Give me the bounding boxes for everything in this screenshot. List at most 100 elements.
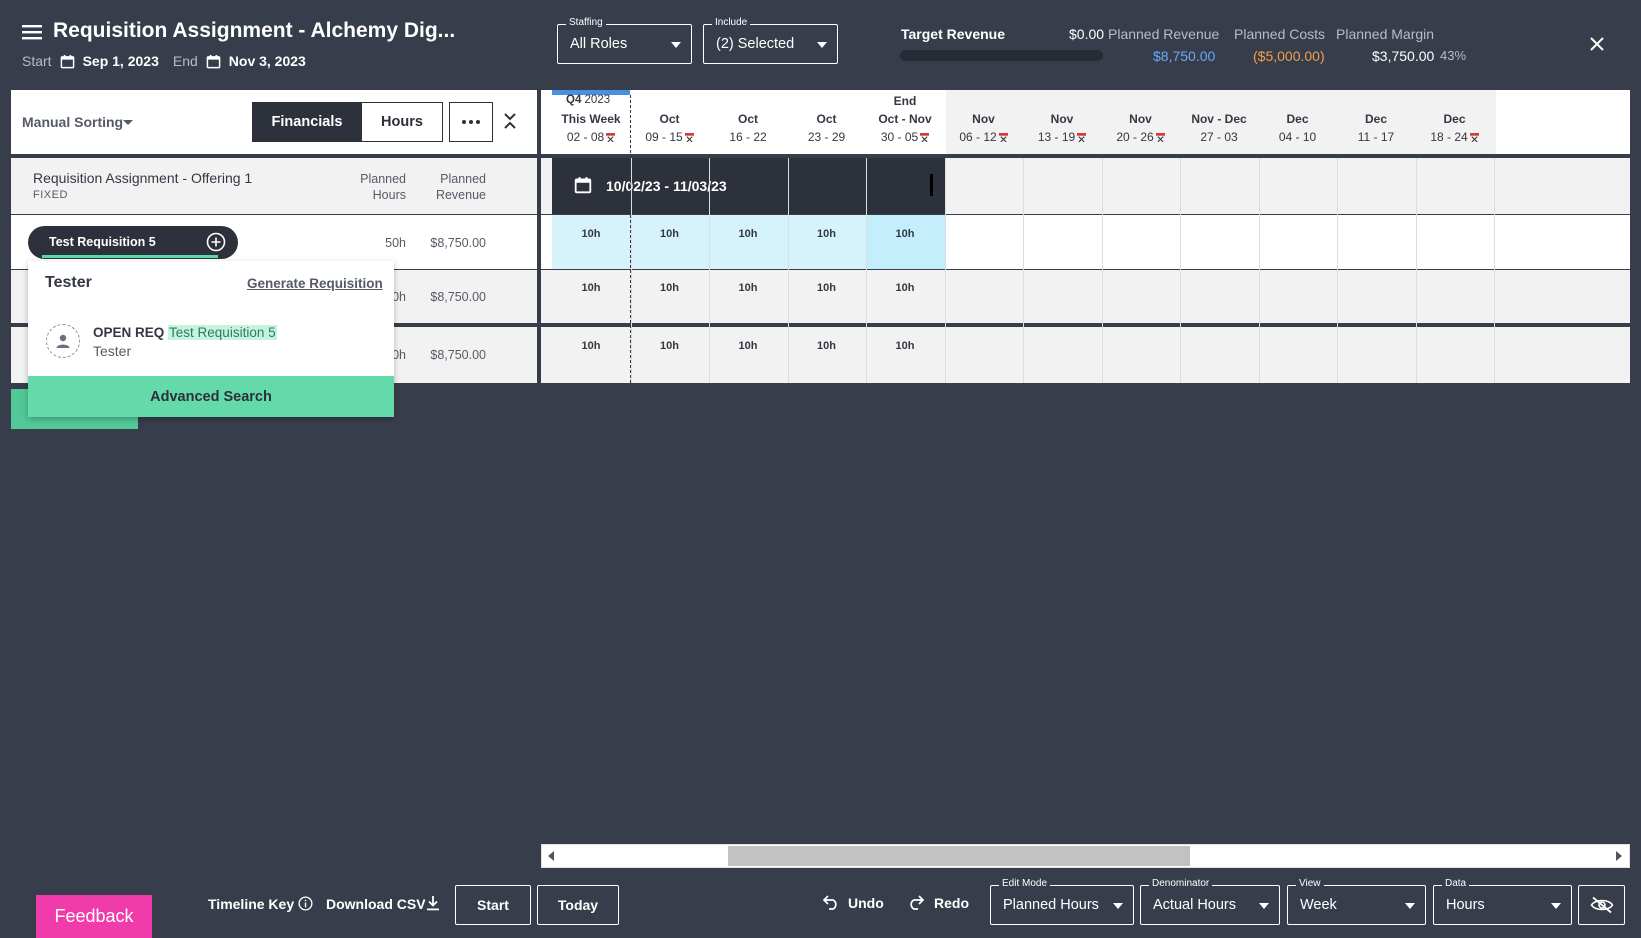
- timeline-key-link[interactable]: Timeline Key: [208, 896, 294, 912]
- hours-cell[interactable]: 10h: [866, 340, 944, 352]
- holiday-flag-icon: [684, 133, 694, 143]
- data-select[interactable]: Data Hours: [1433, 878, 1572, 925]
- redo-button[interactable]: Redo: [934, 895, 969, 911]
- column-month: Oct: [816, 112, 837, 126]
- planned-revenue-header-line2: Revenue: [435, 188, 486, 202]
- hours-cell[interactable]: 10h: [552, 282, 630, 294]
- column-header[interactable]: Dec 18 - 24: [1416, 110, 1494, 146]
- hours-cell[interactable]: 10h: [631, 282, 709, 294]
- quarter-name: Q4: [566, 94, 582, 106]
- sort-dropdown[interactable]: Manual Sorting: [22, 114, 123, 130]
- hours-cell[interactable]: 10h: [866, 228, 944, 240]
- hours-cell[interactable]: 10h: [552, 228, 630, 240]
- open-req-role: Tester: [93, 343, 132, 359]
- popup-role-title: Tester: [45, 274, 92, 291]
- hours-cell[interactable]: 10h: [631, 228, 709, 240]
- column-header[interactable]: This Week 02 - 08: [552, 110, 630, 146]
- column-header[interactable]: Oct 09 - 15: [631, 110, 709, 146]
- column-days-text: 30 - 05: [880, 130, 919, 144]
- start-button[interactable]: Start: [455, 885, 531, 925]
- column-month: Nov - Dec: [1191, 112, 1247, 126]
- column-header[interactable]: Nov 06 - 12: [945, 110, 1023, 146]
- column-header[interactable]: Nov 20 - 26: [1102, 110, 1180, 146]
- add-circle-icon[interactable]: [206, 232, 226, 252]
- open-req-item[interactable]: OPEN REQ Test Requisition 5: [93, 325, 277, 340]
- holiday-flag-icon: [920, 133, 930, 143]
- calendar-icon[interactable]: [60, 54, 75, 69]
- include-caption: Include: [712, 17, 751, 28]
- denominator-value: Actual Hours: [1153, 897, 1237, 913]
- column-header[interactable]: Nov - Dec 27 - 03: [1180, 110, 1258, 146]
- hours-cell[interactable]: 10h: [788, 340, 866, 352]
- view-select[interactable]: View Week: [1287, 878, 1426, 925]
- collapse-icon[interactable]: [504, 112, 516, 130]
- hours-cell[interactable]: 10h: [552, 340, 630, 352]
- include-value: (2) Selected: [716, 36, 795, 52]
- holiday-flag-icon: [1469, 133, 1479, 143]
- column-days-text: 23 - 29: [807, 130, 846, 144]
- include-select[interactable]: Include (2) Selected: [703, 17, 838, 64]
- page-title: Requisition Assignment - Alchemy Dig...: [53, 19, 456, 42]
- requisition-pill-label[interactable]: Test Requisition 5: [49, 235, 156, 249]
- start-date[interactable]: Sep 1, 2023: [83, 53, 159, 69]
- column-header[interactable]: Oct - Nov 30 - 05: [866, 110, 944, 146]
- redo-icon[interactable]: [907, 894, 925, 910]
- hours-cell[interactable]: 10h: [709, 282, 787, 294]
- feedback-button[interactable]: Feedback: [36, 895, 152, 938]
- range-resize-handle[interactable]: [930, 174, 933, 196]
- hours-cell[interactable]: 10h: [709, 340, 787, 352]
- scroll-left-icon[interactable]: [548, 851, 554, 861]
- end-date[interactable]: Nov 3, 2023: [229, 53, 306, 69]
- quarter-label: Q4 2023: [566, 94, 610, 106]
- grid-line: [945, 158, 946, 383]
- planned-revenue-header: Planned Revenue: [424, 171, 486, 203]
- more-button[interactable]: [449, 102, 493, 142]
- info-icon[interactable]: [298, 896, 313, 911]
- staffing-select[interactable]: Staffing All Roles: [557, 17, 692, 64]
- calendar-icon: [574, 176, 592, 194]
- hours-cell[interactable]: 10h: [866, 282, 944, 294]
- menu-icon[interactable]: [22, 24, 42, 40]
- grid-line: [1102, 158, 1103, 383]
- hours-cell[interactable]: 10h: [788, 282, 866, 294]
- edit-mode-select[interactable]: Edit Mode Planned Hours: [990, 878, 1134, 925]
- hours-cell[interactable]: 10h: [788, 228, 866, 240]
- planned-hours-header: Planned Hours: [356, 171, 406, 203]
- column-days-text: 27 - 03: [1200, 130, 1238, 144]
- selected-cell-active: [866, 215, 945, 269]
- chevron-down-icon: [1405, 903, 1415, 909]
- undo-icon[interactable]: [822, 894, 840, 910]
- end-marker-label: End: [893, 94, 917, 108]
- scroll-right-icon[interactable]: [1616, 851, 1622, 861]
- column-header[interactable]: Dec 11 - 17: [1337, 110, 1415, 146]
- close-icon[interactable]: [1589, 36, 1605, 52]
- planned-revenue-label: Planned Revenue: [1108, 26, 1220, 42]
- chevron-down-icon: [1113, 903, 1123, 909]
- visibility-toggle-button[interactable]: [1578, 885, 1625, 925]
- calendar-icon[interactable]: [206, 54, 221, 69]
- column-header[interactable]: Oct 16 - 22: [709, 110, 787, 146]
- today-button[interactable]: Today: [537, 885, 619, 925]
- financials-toggle[interactable]: Financials: [252, 102, 362, 142]
- column-days: 30 - 05: [866, 128, 944, 146]
- staffing-caption: Staffing: [566, 17, 606, 28]
- column-days: 18 - 24: [1416, 128, 1494, 146]
- advanced-search-button[interactable]: Advanced Search: [28, 376, 394, 417]
- generate-requisition-link[interactable]: Generate Requisition: [247, 276, 383, 291]
- undo-button[interactable]: Undo: [848, 895, 884, 911]
- target-revenue-progress: [900, 50, 1103, 61]
- group-subtitle: FIXED: [33, 189, 68, 201]
- scrollbar-thumb[interactable]: [728, 846, 1190, 866]
- download-csv-link[interactable]: Download CSV: [326, 896, 426, 912]
- column-days: 20 - 26: [1102, 128, 1180, 146]
- download-icon[interactable]: [426, 895, 440, 911]
- column-header[interactable]: Dec 04 - 10: [1259, 110, 1337, 146]
- hours-cell[interactable]: 10h: [631, 340, 709, 352]
- hours-toggle[interactable]: Hours: [361, 102, 443, 142]
- hours-cell[interactable]: 10h: [709, 228, 787, 240]
- group-title: Requisition Assignment - Offering 1: [33, 170, 253, 186]
- column-days: 06 - 12: [945, 128, 1023, 146]
- denominator-select[interactable]: Denominator Actual Hours: [1140, 878, 1280, 925]
- column-header[interactable]: Oct 23 - 29: [788, 110, 866, 146]
- column-header[interactable]: Nov 13 - 19: [1023, 110, 1101, 146]
